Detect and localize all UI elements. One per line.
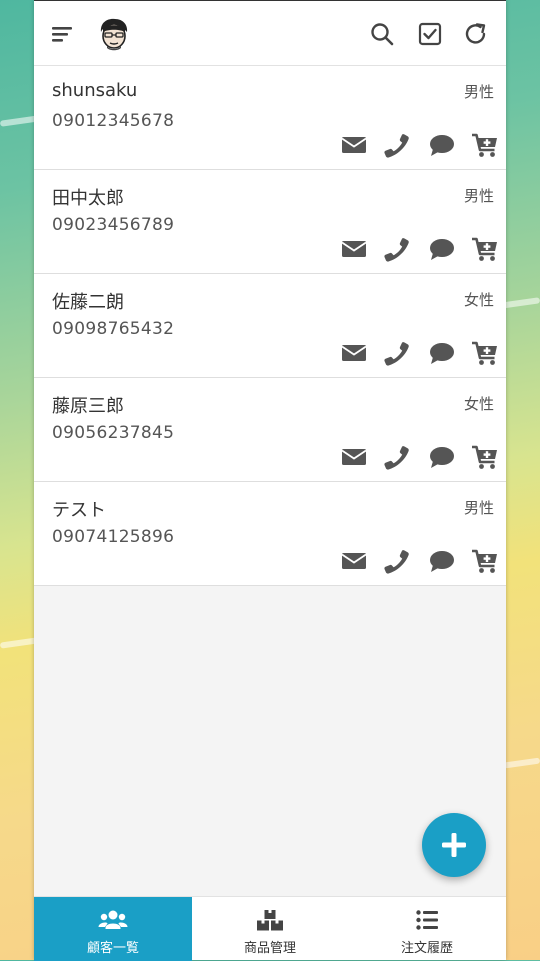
- checkbox-icon[interactable]: [417, 21, 443, 47]
- app-header: [34, 0, 506, 66]
- users-icon: [98, 910, 128, 929]
- customer-phone: 09056237845: [52, 423, 175, 443]
- tab-label: 商品管理: [243, 941, 296, 956]
- tab-label: 顧客一覧: [86, 941, 139, 956]
- tab-orders[interactable]: 注文履歴: [348, 897, 506, 961]
- refresh-icon[interactable]: [463, 21, 489, 47]
- action-group: [340, 548, 499, 576]
- avatar-face-icon[interactable]: [98, 17, 130, 51]
- customer-phone: 09074125896: [52, 527, 175, 547]
- bottom-tab-bar: 顧客一覧 商品管理 注文履歴: [34, 896, 506, 961]
- list-item[interactable]: テスト 09074125896 男性: [34, 482, 506, 586]
- mail-icon[interactable]: [340, 236, 368, 262]
- list-item[interactable]: 佐藤二朗 09098765432 女性: [34, 274, 506, 378]
- phone-icon[interactable]: [383, 548, 411, 574]
- list-item[interactable]: 田中太郎 09023456789 男性: [34, 170, 506, 274]
- action-group: [340, 236, 499, 264]
- list-item[interactable]: 藤原三郎 09056237845 女性: [34, 378, 506, 482]
- phone-icon[interactable]: [383, 236, 411, 262]
- search-icon[interactable]: [369, 21, 395, 47]
- chat-icon[interactable]: [428, 444, 456, 470]
- customer-gender: 女性: [463, 395, 494, 413]
- customer-name: テスト: [52, 500, 106, 521]
- mail-icon[interactable]: [340, 548, 368, 574]
- customer-name: shunsaku: [52, 80, 138, 101]
- customer-gender: 男性: [463, 83, 494, 101]
- action-group: [340, 340, 499, 368]
- action-group: [340, 444, 499, 472]
- chat-icon[interactable]: [428, 132, 456, 158]
- tab-products[interactable]: 商品管理: [191, 897, 349, 961]
- chat-icon[interactable]: [428, 340, 456, 366]
- list-icon: [416, 910, 438, 930]
- app-window: shunsaku 09012345678 男性 田中太郎 09023456789…: [34, 0, 506, 961]
- tab-label: 注文履歴: [400, 941, 453, 956]
- customer-name: 田中太郎: [52, 188, 124, 209]
- customer-gender: 女性: [463, 291, 494, 309]
- cart-add-icon[interactable]: [471, 132, 499, 158]
- cart-add-icon[interactable]: [471, 340, 499, 366]
- customer-gender: 男性: [463, 187, 494, 205]
- customer-name: 佐藤二朗: [52, 292, 124, 313]
- cart-add-icon[interactable]: [471, 444, 499, 470]
- chat-icon[interactable]: [428, 548, 456, 574]
- menu-lines-icon[interactable]: [50, 21, 76, 47]
- phone-icon[interactable]: [383, 132, 411, 158]
- cart-add-icon[interactable]: [471, 236, 499, 262]
- customer-list: shunsaku 09012345678 男性 田中太郎 09023456789…: [34, 66, 506, 586]
- plus-icon: [442, 833, 466, 857]
- customer-phone: 09098765432: [52, 319, 175, 339]
- list-item[interactable]: shunsaku 09012345678 男性: [34, 66, 506, 170]
- mail-icon[interactable]: [340, 444, 368, 470]
- customer-phone: 09023456789: [52, 215, 175, 235]
- customer-gender: 男性: [463, 499, 494, 517]
- phone-icon[interactable]: [383, 444, 411, 470]
- phone-icon[interactable]: [383, 340, 411, 366]
- action-group: [340, 132, 499, 160]
- tab-customers[interactable]: 顧客一覧: [34, 897, 192, 961]
- add-customer-button[interactable]: [422, 813, 486, 877]
- mail-icon[interactable]: [340, 132, 368, 158]
- chat-icon[interactable]: [428, 236, 456, 262]
- customer-name: 藤原三郎: [52, 396, 124, 417]
- customer-phone: 09012345678: [52, 111, 175, 131]
- boxes-icon: [257, 910, 283, 931]
- cart-add-icon[interactable]: [471, 548, 499, 574]
- mail-icon[interactable]: [340, 340, 368, 366]
